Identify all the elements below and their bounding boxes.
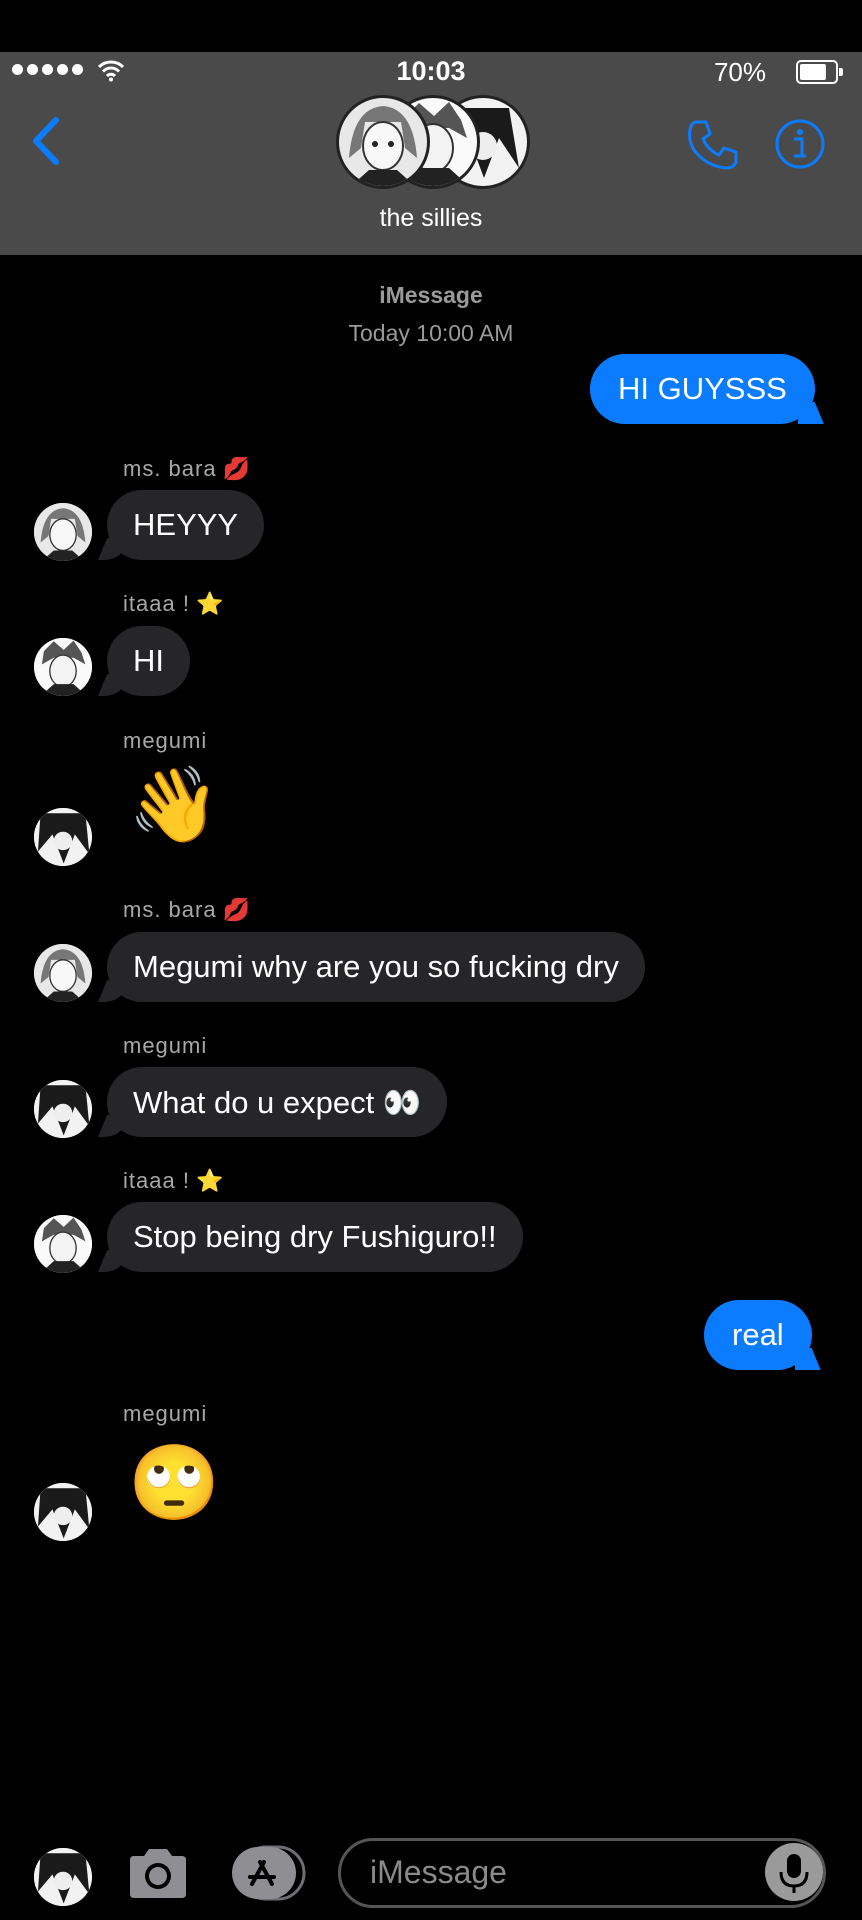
message-text: HI GUYSSS	[618, 371, 787, 406]
message-text: HI	[133, 643, 164, 678]
sender-label: ms. bara	[123, 897, 217, 922]
message-text: What do u expect 👀	[133, 1084, 422, 1120]
battery-icon	[796, 60, 843, 84]
message-text: HEYYY	[133, 507, 239, 542]
phone-icon[interactable]	[686, 118, 740, 172]
sender-name: itaaa ! ⭐	[123, 591, 224, 617]
incoming-message-bubble[interactable]: HEYYY	[107, 490, 265, 560]
sender-name: ms. bara 💋	[123, 456, 251, 482]
outgoing-message-bubble[interactable]: HI GUYSSS	[590, 354, 815, 424]
message-text: Stop being dry Fushiguro!!	[133, 1219, 497, 1254]
avatar[interactable]	[34, 1483, 92, 1541]
avatar[interactable]	[34, 638, 92, 696]
my-avatar[interactable]	[34, 1848, 92, 1906]
star-icon: ⭐	[195, 591, 225, 616]
emoji-message[interactable]: 🙄	[128, 1446, 220, 1520]
app-store-icon[interactable]	[230, 1844, 308, 1902]
sender-name: itaaa ! ⭐	[123, 1168, 224, 1194]
sender-name: ms. bara 💋	[123, 897, 251, 923]
sender-label: megumi	[123, 728, 208, 753]
sender-name: megumi	[123, 1401, 207, 1427]
incoming-message-bubble[interactable]: Megumi why are you so fucking dry	[107, 932, 645, 1002]
group-avatar-stack[interactable]	[336, 92, 530, 189]
group-name[interactable]: the sillies	[0, 204, 862, 233]
thread-timestamp: Today 10:00 AM	[348, 320, 514, 346]
sender-label: itaaa !	[123, 591, 190, 616]
incoming-message-bubble[interactable]: Stop being dry Fushiguro!!	[107, 1202, 523, 1272]
kiss-mark-icon: 💋	[222, 456, 251, 481]
sender-label: megumi	[123, 1401, 208, 1426]
battery-percentage: 70%	[713, 57, 766, 87]
sender-label: itaaa !	[123, 1168, 190, 1193]
star-icon: ⭐	[195, 1168, 225, 1193]
sender-name: megumi	[123, 728, 207, 754]
avatar[interactable]	[34, 1080, 92, 1138]
sender-label: megumi	[123, 1033, 208, 1058]
camera-icon[interactable]	[126, 1846, 190, 1900]
group-avatar-ms-bara	[336, 95, 430, 189]
message-input-placeholder: iMessage	[370, 1854, 507, 1890]
incoming-message-bubble[interactable]: What do u expect 👀	[107, 1067, 448, 1137]
chevron-left-icon[interactable]	[28, 116, 64, 166]
avatar[interactable]	[34, 1215, 92, 1273]
service-label: iMessage	[379, 282, 483, 308]
emoji-message[interactable]: 👋	[128, 768, 220, 842]
avatar[interactable]	[34, 808, 92, 866]
avatar[interactable]	[34, 503, 92, 561]
sender-name: megumi	[123, 1033, 207, 1059]
message-text: real	[732, 1317, 784, 1352]
message-text: Megumi why are you so fucking dry	[133, 949, 619, 984]
incoming-message-bubble[interactable]: HI	[107, 626, 190, 696]
outgoing-message-bubble[interactable]: real	[704, 1300, 812, 1370]
avatar[interactable]	[34, 944, 92, 1002]
microphone-icon[interactable]	[765, 1843, 823, 1901]
info-icon[interactable]	[774, 118, 826, 170]
sender-label: ms. bara	[123, 456, 217, 481]
kiss-mark-icon: 💋	[222, 897, 251, 922]
